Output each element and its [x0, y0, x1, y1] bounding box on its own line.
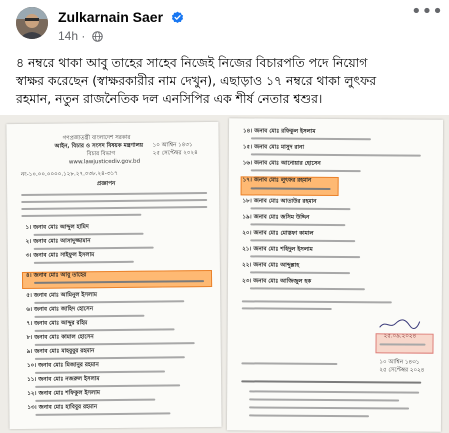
- post-text-line: ৪ নম্বরে থাকা আবু তাহের সাহেব নিজেই নিজে…: [16, 55, 368, 70]
- meta-separator: ·: [81, 29, 86, 43]
- doc-name-entry-highlighted: ৪। জনাব মোঃ আবু তাহের: [25, 272, 87, 279]
- doc-text-line: [250, 207, 351, 211]
- doc-text-line: [241, 300, 392, 304]
- more-options-icon[interactable]: •••: [411, 3, 443, 26]
- post-text-line: স্বাক্ষর করেছেন (স্বাক্ষরকারীর নাম দেখুন…: [16, 73, 377, 88]
- doc-text-line: [33, 232, 144, 236]
- post-header: Zulkarnain Saer 14h · •••: [0, 0, 449, 50]
- doc-name-entry: ১০। জনাব মোঃ মিজানুর রহমান: [26, 362, 99, 369]
- doc-text-line: [33, 260, 134, 264]
- document-page-left: গণপ্রজাতন্ত্রী বাংলাদেশ সরকার আইন, বিচার…: [6, 121, 222, 430]
- doc-name-entry: ২। জনাব মোঃ আসাদুজ্জামান: [25, 238, 91, 245]
- doc-text-line: [34, 342, 195, 346]
- doc-text-line: [34, 328, 175, 332]
- doc-header-line: আইন, বিচার ও সংসদ বিষয়ক মন্ত্রণালয়: [54, 142, 144, 150]
- doc-text-line: [250, 169, 361, 173]
- doc-text-line: [250, 137, 371, 141]
- doc-text-line: [250, 271, 351, 275]
- doc-name-entry: ৩। জনাব মোঃ সাইফুল ইসলাম: [25, 252, 95, 259]
- doc-name-entry-highlighted: ১৭। জনাব মোঃ লুৎফর রহমান: [242, 177, 312, 184]
- doc-date-line: ২৫ সেপ্টেম্বর ২০২৪: [379, 367, 425, 374]
- doc-name-entry: ৬। জনাব মোঃ জাহিদ হোসেন: [26, 306, 94, 313]
- doc-text-line: [21, 213, 142, 217]
- doc-name-entry: ১৯। জনাব মোঃ জসিম উদ্দিন: [242, 214, 310, 221]
- doc-text-line: [34, 300, 185, 304]
- document-page-right: ১৪। জনাব মোঃ রফিকুল ইসলাম ১৫। জনাব মোঃ ম…: [226, 118, 444, 432]
- doc-name-entry: ১৬। জনাব মোঃ আনোয়ার হোসেন: [242, 160, 321, 167]
- doc-name-entry: ১৮। জনাব মোঃ আতাউর রহমান: [242, 198, 317, 205]
- doc-name-entry: ১২। জনাব মোঃ শফিকুল ইসলাম: [27, 390, 100, 397]
- doc-name-entry: ৯। জনাব মোঃ মাহবুবুর রহমান: [26, 348, 95, 355]
- author-name[interactable]: Zulkarnain Saer: [58, 9, 184, 27]
- signature-date: ২৫.০৯.২০২৪: [383, 333, 417, 340]
- doc-header-line: www.lawjusticediv.gov.bd: [68, 158, 141, 166]
- doc-header-line: বিচার বিভাগ: [86, 150, 116, 158]
- doc-text-line: [250, 255, 361, 259]
- doc-text-line: [379, 343, 426, 346]
- doc-name-entry: ৫। জনাব মোঃ আমিনুল ইসলাম: [26, 292, 97, 299]
- post-time[interactable]: 14h: [58, 29, 78, 43]
- doc-date-line: ২৫ সেপ্টেম্বর ২০২৪: [152, 150, 198, 157]
- doc-name-entry: ৮। জনাব মোঃ কামাল হোসেন: [26, 334, 94, 341]
- signature-mark-icon: [379, 319, 421, 330]
- doc-name-entry: ১১। জনাব মোঃ নজরুল ইসলাম: [27, 376, 100, 383]
- doc-text-line: [249, 287, 365, 291]
- doc-text-line: [250, 223, 346, 227]
- post-photo[interactable]: গণপ্রজাতন্ত্রী বাংলাদেশ সরকার আইন, বিচার…: [0, 115, 449, 433]
- doc-date-line: ১০ আশ্বিন ১৪৩১: [379, 359, 420, 366]
- doc-text-line: [35, 370, 166, 374]
- doc-name-entry: ২০। জনাব মোঃ মোস্তফা কামাল: [242, 230, 314, 237]
- verified-badge-icon: [171, 11, 184, 27]
- doc-text-line: [249, 406, 410, 410]
- doc-name-entry: ৭। জনাব মোঃ আব্দুর রহিম: [26, 320, 88, 327]
- post-meta: 14h ·: [58, 29, 103, 45]
- doc-text-line: [241, 362, 338, 366]
- doc-text-line: [241, 307, 332, 310]
- doc-text-line: [34, 314, 145, 318]
- globe-icon: [91, 31, 103, 45]
- profile-photo-icon: [16, 7, 48, 39]
- doc-name-entry: ১৪। জনাব মোঃ রফিকুল ইসলাম: [242, 128, 316, 135]
- doc-text-line: [34, 356, 185, 360]
- doc-text-line: [250, 153, 421, 157]
- doc-text-line: [35, 384, 181, 388]
- doc-text-line: [249, 390, 420, 394]
- doc-text-line: [250, 239, 356, 243]
- doc-header-line: গণপ্রজাতন্ত্রী বাংলাদেশ সরকার: [62, 134, 131, 142]
- doc-name-entry: ২২। জনাব মোঃ আব্দুল্লাহ: [242, 262, 300, 269]
- post-text-line: রহমান, নতুন রাজনৈতিক দল এনসিপির এক শীর্ষ…: [16, 91, 323, 106]
- doc-text-line: [249, 398, 400, 402]
- doc-reference: নং-১০.০০.০০০০.১২৮.২৭.০৩৮.২৪-৩১৭: [20, 170, 118, 178]
- doc-date-line: ১০ আশ্বিন ১৪৩১: [152, 142, 193, 149]
- doc-name-entry: ২৩। জনাব মোঃ আজিজুল হক: [241, 278, 312, 285]
- author-name-text[interactable]: Zulkarnain Saer: [58, 9, 163, 25]
- doc-notice-title: প্রজ্ঞাপন: [97, 180, 116, 188]
- doc-text-line: [35, 398, 156, 402]
- avatar[interactable]: [16, 7, 48, 39]
- doc-text-line: [21, 199, 208, 203]
- doc-text-line: [21, 206, 208, 210]
- doc-text-line: [21, 192, 208, 196]
- doc-name-entry: ১৫। জনাব মোঃ মাসুদ রানা: [242, 144, 305, 151]
- post-text: ৪ নম্বরে থাকা আবু তাহের সাহেব নিজেই নিজে…: [16, 54, 444, 108]
- doc-text-line: [249, 414, 370, 418]
- doc-name-entry: ২১। জনাব মোঃ শহিদুল ইসলাম: [242, 246, 313, 253]
- doc-text-line: [33, 246, 154, 250]
- doc-name-entry: ১৩। জনাব মোঃ হাবিবুর রহমান: [27, 404, 98, 411]
- doc-text-line: [241, 380, 422, 384]
- doc-text-line: [35, 412, 171, 416]
- doc-name-entry: ১। জনাব মোঃ আব্দুল হামিদ: [25, 224, 89, 231]
